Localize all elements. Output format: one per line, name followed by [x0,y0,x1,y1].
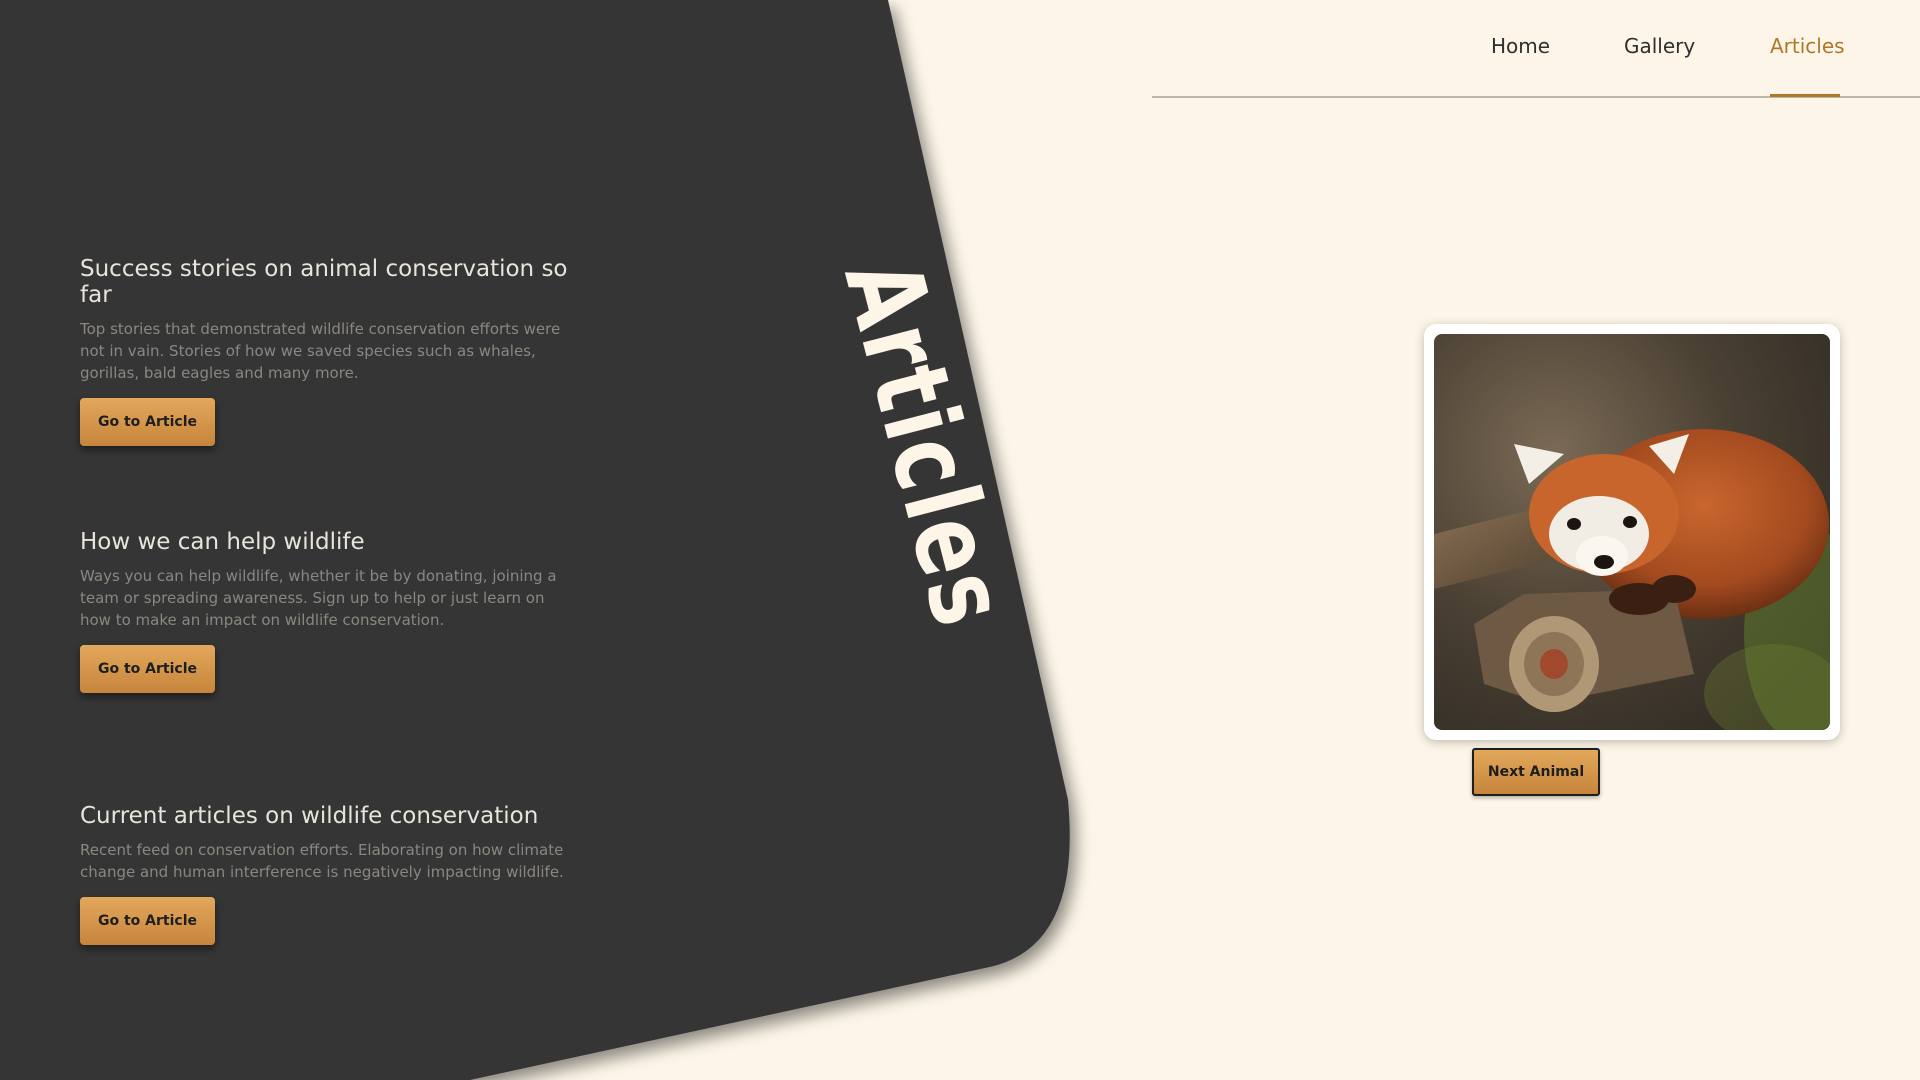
page: Articles Home Gallery Articles Success s… [0,0,1920,1080]
next-animal-button[interactable]: Next Animal [1472,748,1600,796]
article-title: Current articles on wildlife conservatio… [80,803,539,829]
article-description: Top stories that demonstrated wildlife c… [80,320,561,382]
go-to-article-button[interactable]: Go to Article [80,897,215,945]
animal-image-card [1424,324,1840,740]
nav-articles-link[interactable]: Articles [1770,34,1845,58]
article-title: How we can help wildlife [80,529,365,555]
nav-home-link[interactable]: Home [1491,34,1550,58]
article-title: Success stories on animal conservation s… [80,256,568,308]
go-to-article-button[interactable]: Go to Article [80,645,215,693]
nav-active-indicator [1770,94,1840,97]
article-item: Current articles on wildlife conservatio… [80,803,600,945]
go-to-article-button[interactable]: Go to Article [80,398,215,446]
top-nav: Home Gallery Articles [1152,0,1920,98]
nav-gallery-link[interactable]: Gallery [1624,34,1695,58]
red-panda-photo [1434,334,1830,730]
article-item: Success stories on animal conservation s… [80,256,600,446]
article-item: How we can help wildlife Ways you can he… [80,529,600,693]
article-description: Recent feed on conservation efforts. Ela… [80,841,564,881]
article-description: Ways you can help wildlife, whether it b… [80,567,557,629]
